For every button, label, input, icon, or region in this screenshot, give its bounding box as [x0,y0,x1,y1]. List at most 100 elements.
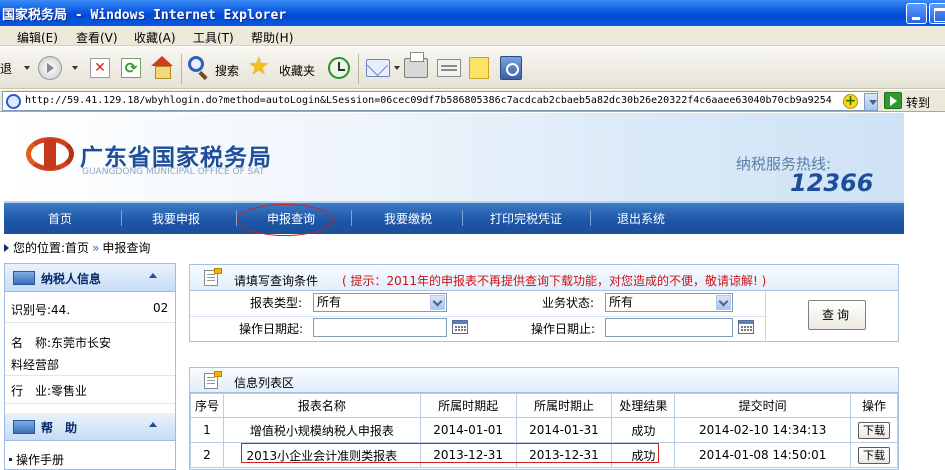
taxpayer-panel-icon [13,271,35,285]
manual-link[interactable]: 操作手册 [9,451,64,468]
window-title-bar: 国家税务局 - Windows Internet Explorer [0,0,945,26]
action-cell: 下载 [850,417,898,443]
taxpayer-name-label: 名 称: [11,336,52,350]
mail-icon[interactable] [366,59,390,77]
nav-pay-tax[interactable]: 我要缴税 [384,210,432,227]
research-icon[interactable] [500,56,522,80]
search-icon[interactable] [188,56,204,72]
taxpayer-id-value: 44. [51,303,71,317]
nav-logout[interactable]: 退出系统 [617,210,665,227]
calendar-icon[interactable] [738,320,754,334]
row-number: 1 [190,417,224,443]
date-to-input[interactable] [605,318,733,337]
download-button[interactable]: 下载 [858,421,891,439]
process-result: 成功 [611,417,676,443]
period-to: 2014-01-31 [515,417,613,443]
date-to-label: 操作日期止: [531,322,596,336]
taxpayer-id-row: 识别号:44. 02 [5,301,175,323]
edit-icon[interactable] [437,59,461,77]
query-button-divider [765,291,766,342]
submit-time: 2014-01-08 14:50:01 [674,442,852,468]
nav-print-certificate[interactable]: 打印完税凭证 [490,210,562,227]
page-icon [6,94,21,109]
menu-edit[interactable]: 编辑(E) [17,29,58,46]
taxpayer-info-title: 纳税人信息 [41,272,102,286]
favorites-button-label[interactable]: 收藏夹 [279,62,315,79]
nav-separator [462,210,463,226]
taxpayer-info-header[interactable]: 纳税人信息 [5,264,175,292]
menu-help[interactable]: 帮助(H) [251,29,293,46]
date-from-label: 操作日期起: [239,322,304,336]
column-header: 提交时间 [674,393,852,418]
left-sidebar: 纳税人信息 识别号:44. 02 名 称:东莞市长安 料经营部 行 业:零售业 帮… [4,263,176,470]
hotline-number: 12366 [790,169,874,197]
forward-icon[interactable] [38,56,62,80]
status-select[interactable]: 所有 [605,293,733,312]
row-number: 2 [190,442,224,468]
nav-declare[interactable]: 我要申报 [152,210,200,227]
search-button-label[interactable]: 搜索 [215,62,239,79]
history-icon[interactable] [328,57,350,79]
status-value: 所有 [609,295,634,309]
back-button[interactable]: 退 [0,60,12,77]
nav-home[interactable]: 首页 [48,210,72,227]
calendar-icon[interactable] [452,320,468,334]
help-header[interactable]: 帮 助 [5,413,175,441]
breadcrumb-prefix: 您的位置: [13,241,66,255]
go-button[interactable]: 转到 [906,94,930,111]
report-name: 增值税小规模纳税人申报表 [222,417,421,443]
add-favorite-icon[interactable]: + [843,94,858,109]
column-header: 报表名称 [222,393,421,418]
go-arrow-icon[interactable] [884,92,902,109]
help-title: 帮 助 [41,421,78,435]
report-type-select[interactable]: 所有 [313,293,447,312]
active-nav-highlight [237,204,333,236]
print-icon[interactable] [404,52,428,78]
home-icon[interactable] [150,56,174,79]
action-cell: 下载 [850,442,898,468]
taxpayer-industry-value: 零售业 [51,384,88,398]
table-header-row: 序号 报表名称 所属时期起 所属时期止 处理结果 提交时间 操作 [190,393,898,418]
report-type-label: 报表类型: [250,296,303,310]
collapse-icon[interactable] [149,273,157,278]
query-title: 请填写查询条件 [234,274,319,288]
breadcrumb-arrow-icon [4,244,9,252]
forward-dropdown-icon[interactable] [72,66,78,70]
list-title: 信息列表区 [234,376,295,390]
search-button[interactable]: 查询 [808,300,866,330]
address-input[interactable]: http://59.41.129.18/wbyhlogin.do?method=… [2,91,878,111]
menu-favorites[interactable]: 收藏(A) [134,29,176,46]
breadcrumb: 您的位置:首页» 申报查询 [4,239,150,257]
query-row-divider [190,316,765,317]
toolbar-separator [181,54,182,84]
status-label: 业务状态: [542,296,595,310]
window-title: 国家税务局 - Windows Internet Explorer [2,8,287,23]
taxpayer-industry-row: 行 业:零售业 [5,382,175,404]
date-from-input[interactable] [313,318,447,337]
menu-tools[interactable]: 工具(T) [193,29,234,46]
collapse-icon[interactable] [149,422,157,427]
column-header: 序号 [190,393,224,418]
list-panel-header: 信息列表区 [190,368,898,393]
toolbar-separator [358,54,359,84]
address-url[interactable]: http://59.41.129.18/wbyhlogin.do?method=… [25,95,832,106]
chevron-down-icon[interactable] [430,295,445,310]
favorites-star-icon[interactable]: ★ [248,54,270,78]
address-dropdown-icon[interactable] [864,93,877,110]
nav-separator [351,210,352,226]
back-dropdown-icon[interactable] [24,66,30,70]
nav-separator [590,210,591,226]
breadcrumb-home[interactable]: 首页 [65,241,89,255]
stop-icon[interactable]: ✕ [90,58,110,78]
note-icon[interactable] [469,57,489,79]
chevron-down-icon[interactable] [716,295,731,310]
minimize-button[interactable] [906,3,927,24]
mail-dropdown-icon[interactable] [394,66,400,70]
breadcrumb-current: 申报查询 [102,241,151,255]
refresh-icon[interactable]: ⟳ [121,58,141,78]
download-button[interactable]: 下载 [858,446,891,464]
column-header: 操作 [850,393,898,418]
taxpayer-id-label: 识别号: [11,303,52,317]
maximize-button[interactable] [929,3,945,24]
menu-view[interactable]: 查看(V) [76,29,118,46]
